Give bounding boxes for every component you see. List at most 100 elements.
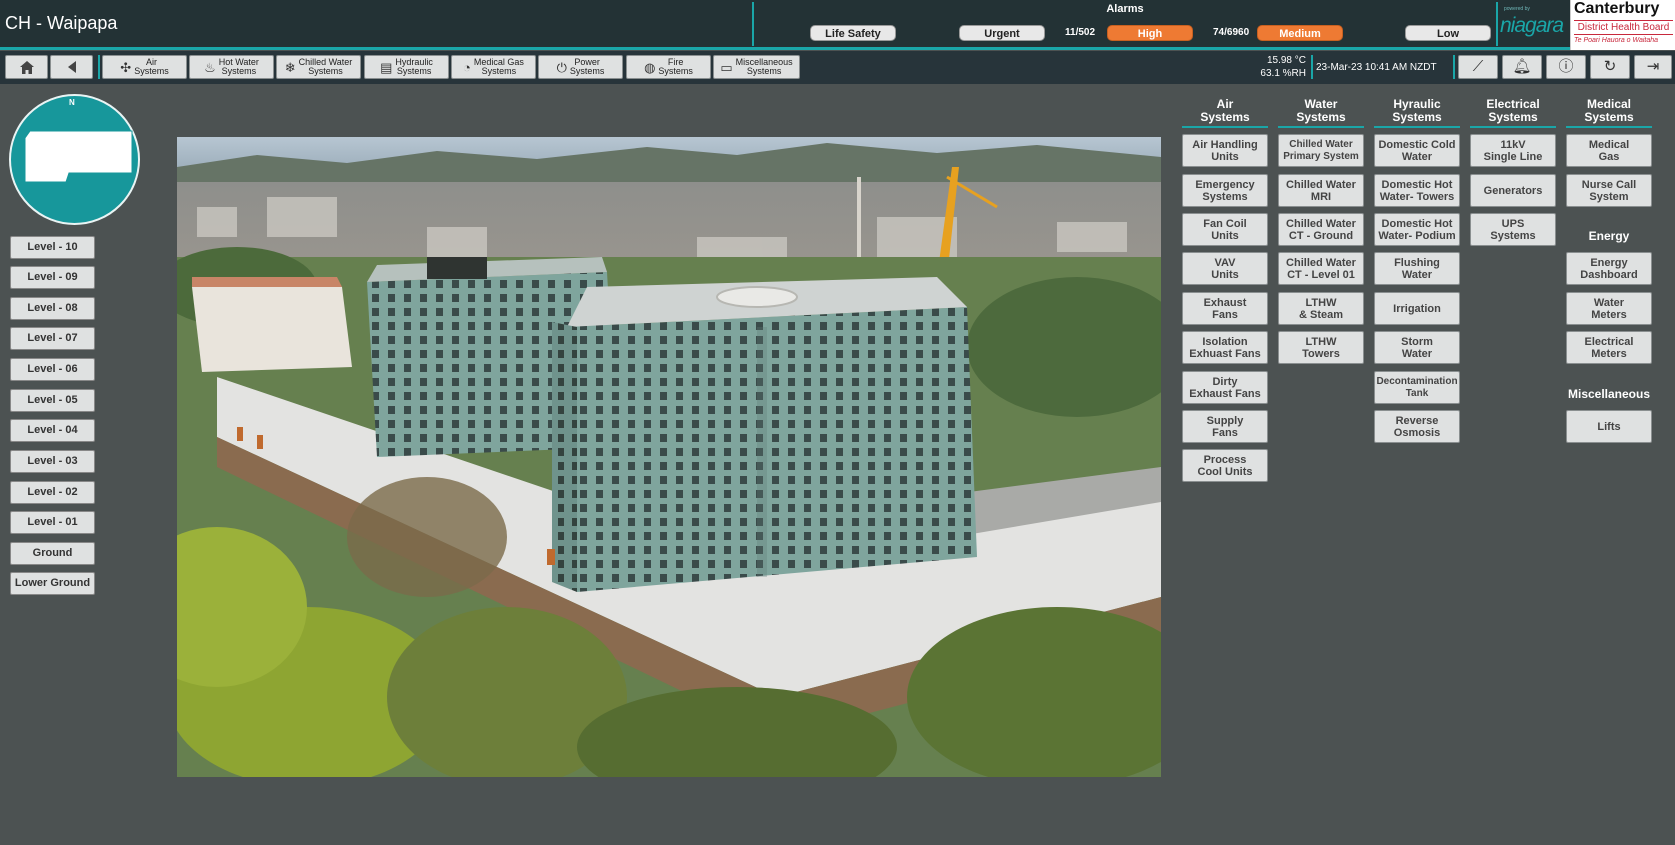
info-icon: ⓘ bbox=[1558, 58, 1574, 75]
nav-hot-water-systems[interactable]: ♨ Hot Water Systems bbox=[189, 55, 274, 79]
supply-fans-button[interactable]: Supply Fans bbox=[1182, 410, 1268, 443]
logout-icon: ⇥ bbox=[1646, 58, 1660, 75]
energy-dashboard-button[interactable]: Energy Dashboard bbox=[1566, 252, 1652, 285]
electrical-meters-button[interactable]: Electrical Meters bbox=[1566, 331, 1652, 364]
cdhb-logo: Canterbury District Health Board Te Poar… bbox=[1570, 0, 1675, 50]
domestic-cold-water-button[interactable]: Domestic Cold Water bbox=[1374, 134, 1460, 167]
lifts-button[interactable]: Lifts bbox=[1566, 410, 1652, 443]
boiler-icon: ♨ bbox=[204, 59, 216, 75]
electrical-systems-heading: Electrical Systems bbox=[1470, 98, 1556, 128]
chilled-water-ct-ground-button[interactable]: Chilled Water CT - Ground bbox=[1278, 213, 1364, 246]
level-button-01[interactable]: Level - 01 bbox=[10, 511, 95, 534]
level-button-ground[interactable]: Ground bbox=[10, 542, 95, 565]
level-button-10[interactable]: Level - 10 bbox=[10, 236, 95, 259]
level-button-02[interactable]: Level - 02 bbox=[10, 481, 95, 504]
chilled-water-primary-system-button[interactable]: Chilled Water Primary System bbox=[1278, 134, 1364, 167]
nurse-call-system-button[interactable]: Nurse Call System bbox=[1566, 174, 1652, 207]
high-alarm-count: 11/502 bbox=[1065, 27, 1096, 38]
north-label: N bbox=[69, 98, 75, 107]
nav-bar: ✣ Air Systems ♨ Hot Water Systems ❄ Chille… bbox=[0, 51, 1675, 84]
chilled-water-mri-button[interactable]: Chilled Water MRI bbox=[1278, 174, 1364, 207]
divider bbox=[752, 2, 754, 46]
chilled-water-ct-level-01-button[interactable]: Chilled Water CT - Level 01 bbox=[1278, 252, 1364, 285]
level-button-07[interactable]: Level - 07 bbox=[10, 327, 95, 350]
bell-icon: 🔔︎ bbox=[1512, 58, 1532, 75]
irrigation-button[interactable]: Irrigation bbox=[1374, 292, 1460, 325]
ups-systems-button[interactable]: UPS Systems bbox=[1470, 213, 1556, 246]
home-button[interactable] bbox=[5, 55, 48, 79]
floor-outline-icon bbox=[24, 130, 133, 183]
miscellaneous-heading: Miscellaneous bbox=[1567, 387, 1651, 401]
lthw-towers-button[interactable]: LTHW Towers bbox=[1278, 331, 1364, 364]
low-alarm-button[interactable]: Low bbox=[1405, 25, 1491, 41]
building-orientation-compass: N bbox=[9, 94, 140, 225]
water-systems-heading: Water Systems bbox=[1278, 98, 1364, 128]
level-button-09[interactable]: Level - 09 bbox=[10, 266, 95, 289]
emergency-systems-button[interactable]: Emergency Systems bbox=[1182, 174, 1268, 207]
divider bbox=[1311, 55, 1313, 79]
isolation-exhaust-fans-button[interactable]: Isolation Exhuast Fans bbox=[1182, 331, 1268, 364]
flushing-water-button[interactable]: Flushing Water bbox=[1374, 252, 1460, 285]
page-title: CH - Waipapa bbox=[5, 13, 118, 33]
urgent-alarm-button[interactable]: Urgent bbox=[959, 25, 1045, 41]
plug-icon: ⏻ bbox=[556, 59, 567, 75]
alarms-title: Alarms bbox=[1106, 3, 1144, 15]
trend-icon: ⟋ bbox=[1472, 58, 1484, 75]
tank-icon: ▤ bbox=[380, 59, 393, 75]
logout-button[interactable]: ⇥ bbox=[1634, 55, 1672, 79]
hydraulic-systems-heading: Hyraulic Systems bbox=[1374, 98, 1460, 128]
datetime: 23-Mar-23 10:41 AM NZDT bbox=[1316, 62, 1437, 73]
nav-medical-gas-systems[interactable]: ◔ Medical Gas Systems bbox=[451, 55, 536, 79]
alarm-bell-button[interactable]: 🔔︎ bbox=[1502, 55, 1542, 79]
nav-air-systems[interactable]: ✣ Air Systems bbox=[102, 55, 187, 79]
fire-icon: ◍ bbox=[644, 59, 656, 75]
level-button-05[interactable]: Level - 05 bbox=[10, 389, 95, 412]
nav-fire-systems[interactable]: ◍ Fire Systems bbox=[626, 55, 711, 79]
misc-icon: ▭ bbox=[720, 59, 733, 75]
medium-alarm-count: 74/6960 bbox=[1213, 27, 1250, 38]
niagara-logo: powered by niagara bbox=[1500, 6, 1564, 37]
info-button[interactable]: ⓘ bbox=[1546, 55, 1586, 79]
nav-chilled-water-systems[interactable]: ❄ Chilled Water Systems bbox=[276, 55, 361, 79]
high-alarm-button[interactable]: High bbox=[1107, 25, 1193, 41]
fan-coil-units-button[interactable]: Fan Coil Units bbox=[1182, 213, 1268, 246]
back-button[interactable] bbox=[50, 55, 93, 79]
level-button-04[interactable]: Level - 04 bbox=[10, 419, 95, 442]
header-bar: CH - Waipapa Alarms Life Safety Urgent 1… bbox=[0, 0, 1675, 50]
nav-power-systems[interactable]: ⏻ Power Systems bbox=[538, 55, 623, 79]
level-button-03[interactable]: Level - 03 bbox=[10, 450, 95, 473]
water-meters-button[interactable]: Water Meters bbox=[1566, 292, 1652, 325]
level-button-lower-ground[interactable]: Lower Ground bbox=[10, 572, 95, 595]
air-handling-units-button[interactable]: Air Handling Units bbox=[1182, 134, 1268, 167]
exhaust-fans-button[interactable]: Exhaust Fans bbox=[1182, 292, 1268, 325]
refresh-button[interactable]: ↻ bbox=[1590, 55, 1630, 79]
process-cool-units-button[interactable]: Process Cool Units bbox=[1182, 449, 1268, 482]
weather-readout: 15.98 °C 63.1 %RH bbox=[1240, 54, 1306, 80]
air-systems-heading: Air Systems bbox=[1182, 98, 1268, 128]
vav-units-button[interactable]: VAV Units bbox=[1182, 252, 1268, 285]
medical-gas-button[interactable]: Medical Gas bbox=[1566, 134, 1652, 167]
lthw-steam-button[interactable]: LTHW & Steam bbox=[1278, 292, 1364, 325]
divider bbox=[1453, 55, 1455, 79]
domestic-hot-water-podium-button[interactable]: Domestic Hot Water- Podium bbox=[1374, 213, 1460, 246]
nav-miscellaneous-systems[interactable]: ▭ Miscellaneous Systems bbox=[713, 55, 800, 79]
chiller-icon: ❄ bbox=[284, 59, 296, 75]
reverse-osmosis-button[interactable]: Reverse Osmosis bbox=[1374, 410, 1460, 443]
level-button-08[interactable]: Level - 08 bbox=[10, 297, 95, 320]
life-safety-alarm-button[interactable]: Life Safety bbox=[810, 25, 896, 41]
trend-button[interactable]: ⟋ bbox=[1458, 55, 1498, 79]
level-button-06[interactable]: Level - 06 bbox=[10, 358, 95, 381]
gauge-icon: ◔ bbox=[463, 59, 471, 75]
medium-alarm-button[interactable]: Medium bbox=[1257, 25, 1343, 41]
decontamination-tank-button[interactable]: Decontamination Tank bbox=[1374, 371, 1460, 404]
dirty-exhaust-fans-button[interactable]: Dirty Exhaust Fans bbox=[1182, 371, 1268, 404]
nav-hydraulic-systems[interactable]: ▤ Hydraulic Systems bbox=[364, 55, 449, 79]
refresh-icon: ↻ bbox=[1603, 58, 1617, 75]
divider bbox=[98, 55, 100, 79]
storm-water-button[interactable]: Storm Water bbox=[1374, 331, 1460, 364]
11kv-single-line-button[interactable]: 11kV Single Line bbox=[1470, 134, 1556, 167]
domestic-hot-water-towers-button[interactable]: Domestic Hot Water- Towers bbox=[1374, 174, 1460, 207]
building-aerial-photo bbox=[177, 137, 1161, 777]
generators-button[interactable]: Generators bbox=[1470, 174, 1556, 207]
energy-heading: Energy bbox=[1588, 229, 1630, 243]
